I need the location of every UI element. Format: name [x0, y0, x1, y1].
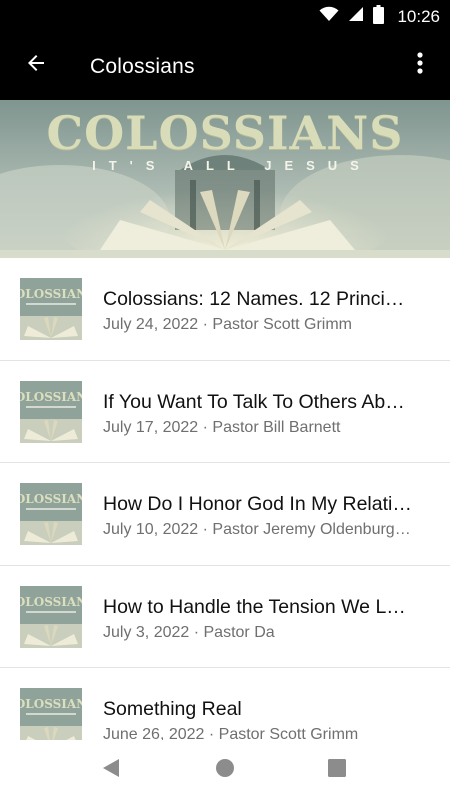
system-nav-bar — [0, 740, 450, 800]
sermon-thumbnail: OLOSSIAN — [20, 483, 82, 545]
sermon-title: If You Want To Talk To Others Ab… — [103, 390, 405, 413]
sermon-meta: July 24, 2022 · Pastor Scott Grimm — [103, 316, 352, 333]
status-icons: 10:26 — [319, 0, 440, 33]
sermon-thumbnail: OLOSSIAN — [20, 688, 82, 740]
list-item[interactable]: OLOSSIAN How Do I Honor God In My Relati… — [0, 463, 450, 566]
nav-recents-button[interactable] — [315, 750, 359, 790]
wifi-icon — [319, 6, 339, 27]
sermon-list: OLOSSIAN Colossians: 12 Names. 12 Princi… — [0, 258, 450, 740]
list-item[interactable]: OLOSSIAN How to Handle the Tension We L…… — [0, 566, 450, 668]
nav-home-button[interactable] — [203, 750, 247, 790]
sermon-title: Something Real — [103, 698, 242, 720]
back-button[interactable] — [14, 43, 58, 87]
home-circle-icon — [215, 758, 235, 783]
overflow-menu-button[interactable] — [398, 43, 442, 87]
more-vertical-icon — [417, 51, 423, 79]
list-item[interactable]: OLOSSIAN Colossians: 12 Names. 12 Princi… — [0, 258, 450, 361]
sermon-title: How to Handle the Tension We L… — [103, 595, 406, 618]
nav-back-button[interactable] — [89, 750, 133, 790]
sermon-thumbnail: OLOSSIAN — [20, 278, 82, 340]
recents-square-icon — [328, 758, 346, 782]
list-item[interactable]: OLOSSIAN Something Real June 26, 2022 · … — [0, 668, 450, 740]
banner-subtitle: IT'S ALL JESUS — [92, 158, 372, 173]
thumbnail-text: OLOSSIAN — [20, 287, 82, 301]
status-time: 10:26 — [397, 6, 440, 26]
arrow-left-icon — [24, 51, 48, 80]
thumbnail-text: OLOSSIAN — [20, 697, 82, 711]
thumbnail-text: OLOSSIAN — [20, 390, 82, 404]
thumbnail-text: OLOSSIAN — [20, 595, 82, 609]
series-banner: COLOSSIANS IT'S ALL JESUS — [0, 100, 450, 258]
sermon-thumbnail: OLOSSIAN — [20, 380, 82, 443]
sermon-meta: June 26, 2022 · Pastor Scott Grimm — [103, 726, 359, 740]
sermon-title: How Do I Honor God In My Relati… — [103, 493, 412, 515]
page-title: Colossians — [90, 55, 195, 78]
back-triangle-icon — [102, 758, 120, 783]
sermon-meta: July 10, 2022 · Pastor Jeremy Oldenburg… — [103, 521, 411, 538]
sermon-meta: July 3, 2022 · Pastor Da — [103, 623, 275, 641]
thumbnail-text: OLOSSIAN — [20, 492, 82, 506]
sermon-thumbnail: OLOSSIAN — [20, 585, 82, 648]
cell-signal-icon — [348, 6, 364, 27]
sermon-title: Colossians: 12 Names. 12 Princi… — [103, 288, 405, 310]
banner-title: COLOSSIANS — [46, 106, 404, 160]
battery-icon — [373, 4, 385, 29]
app-bar: Colossians — [0, 33, 450, 100]
status-bar: 10:26 — [0, 0, 450, 33]
list-item[interactable]: OLOSSIAN If You Want To Talk To Others A… — [0, 361, 450, 463]
sermon-meta: July 17, 2022 · Pastor Bill Barnett — [103, 418, 341, 436]
